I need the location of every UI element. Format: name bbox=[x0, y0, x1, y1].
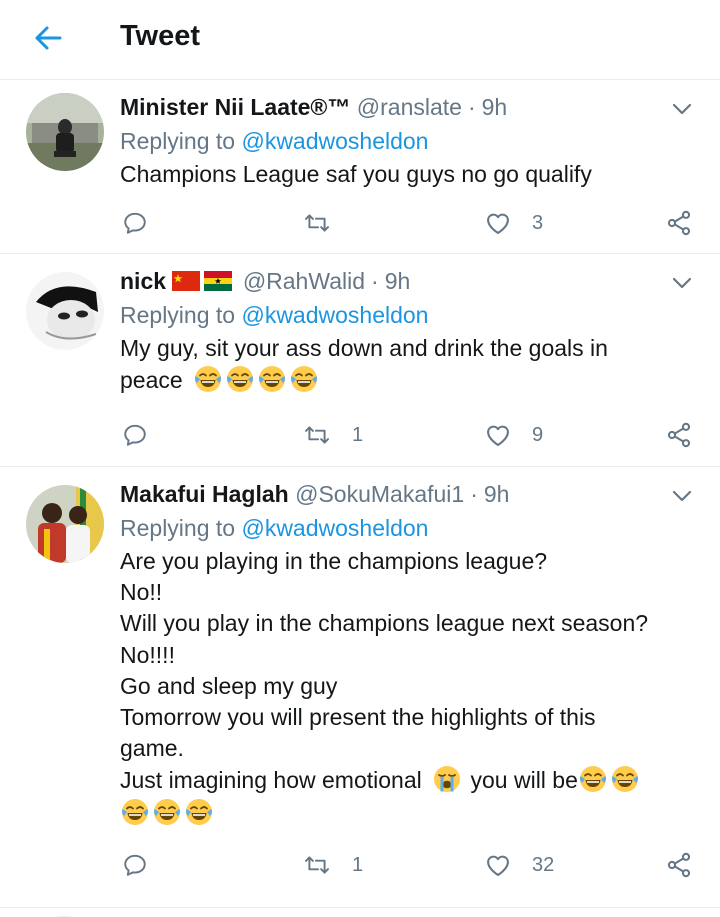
next-tweet-partial bbox=[0, 908, 720, 917]
like-count: 32 bbox=[532, 853, 555, 876]
tweet-text: My guy, sit your ass down and drink the … bbox=[120, 335, 608, 394]
page-title: Tweet bbox=[120, 20, 201, 52]
like-icon bbox=[484, 421, 512, 449]
china-flag-icon bbox=[172, 271, 201, 291]
chevron-down-icon[interactable] bbox=[670, 486, 694, 506]
replying-to: Replying to @kwadwosheldon bbox=[120, 128, 429, 154]
display-name[interactable]: Makafui Haglah bbox=[120, 481, 289, 507]
mention-link[interactable]: @kwadwosheldon bbox=[241, 515, 428, 541]
top-bar: Tweet bbox=[0, 0, 720, 80]
face-with-tears-of-joy-icon bbox=[225, 364, 255, 394]
tweet-header: Minister Nii Laate®™ @ranslate · 9h bbox=[120, 94, 508, 120]
like-button[interactable]: 32 bbox=[484, 845, 554, 885]
replying-to: Replying to @kwadwosheldon bbox=[120, 302, 429, 328]
tweet-actions: 1 9 bbox=[0, 415, 720, 455]
chevron-down-icon[interactable] bbox=[670, 99, 694, 119]
timestamp[interactable]: 9h bbox=[385, 268, 411, 294]
face-with-tears-of-joy-icon bbox=[610, 764, 640, 794]
timestamp[interactable]: 9h bbox=[482, 94, 508, 120]
retweet-icon bbox=[302, 422, 332, 448]
like-button[interactable]: 3 bbox=[484, 203, 543, 243]
mention-link[interactable]: @kwadwosheldon bbox=[241, 302, 428, 328]
face-with-tears-of-joy-icon bbox=[578, 764, 608, 794]
share-button[interactable] bbox=[665, 415, 693, 455]
like-icon bbox=[484, 209, 512, 237]
retweet-count: 1 bbox=[352, 853, 364, 876]
face-with-tears-of-joy-icon bbox=[257, 364, 287, 394]
retweet-count: 1 bbox=[352, 423, 364, 446]
face-with-tears-of-joy-icon bbox=[289, 364, 319, 394]
user-handle[interactable]: @RahWalid bbox=[243, 268, 365, 294]
share-icon bbox=[665, 421, 693, 449]
reply-icon bbox=[122, 210, 148, 236]
reply-tweet[interactable]: nick @RahWalid · 9h Replying to @kwadwoshe… bbox=[0, 255, 720, 467]
user-handle[interactable]: @SokuMakafui1 bbox=[295, 481, 464, 507]
face-with-tears-of-joy-icon bbox=[184, 797, 214, 827]
like-icon bbox=[484, 851, 512, 879]
retweet-button[interactable]: 1 bbox=[302, 845, 363, 885]
reply-tweet[interactable]: Makafui Haglah @SokuMakafui1 · 9h Replying… bbox=[0, 468, 720, 908]
chevron-down-icon[interactable] bbox=[670, 273, 694, 293]
retweet-button[interactable] bbox=[302, 203, 352, 243]
share-icon bbox=[665, 851, 693, 879]
back-arrow-icon[interactable] bbox=[30, 22, 66, 54]
tweet-actions: 3 bbox=[0, 203, 720, 243]
like-count: 9 bbox=[532, 423, 544, 446]
display-name[interactable]: Minister Nii Laate®™ bbox=[120, 94, 350, 120]
avatar[interactable] bbox=[26, 485, 104, 563]
face-with-tears-of-joy-icon bbox=[120, 797, 150, 827]
retweet-icon bbox=[302, 852, 332, 878]
tweet-text: Champions League saf you guys no go qual… bbox=[120, 161, 592, 187]
like-button[interactable]: 9 bbox=[484, 415, 543, 455]
loudly-crying-face-icon bbox=[432, 764, 462, 794]
tweet-text: Are you playing in the champions league?… bbox=[120, 546, 684, 829]
retweet-button[interactable]: 1 bbox=[302, 415, 363, 455]
share-button[interactable] bbox=[665, 203, 693, 243]
share-icon bbox=[665, 209, 693, 237]
reply-button[interactable] bbox=[122, 203, 148, 243]
replying-to: Replying to @kwadwosheldon bbox=[120, 515, 429, 541]
reply-button[interactable] bbox=[122, 845, 148, 885]
retweet-icon bbox=[302, 210, 332, 236]
share-button[interactable] bbox=[665, 845, 693, 885]
reply-button[interactable] bbox=[122, 415, 148, 455]
face-with-tears-of-joy-icon bbox=[152, 797, 182, 827]
avatar[interactable] bbox=[26, 272, 104, 350]
ghana-flag-icon bbox=[204, 271, 233, 291]
reply-tweet[interactable]: Minister Nii Laate®™ @ranslate · 9h Replyi… bbox=[0, 81, 720, 254]
timestamp[interactable]: 9h bbox=[484, 481, 510, 507]
avatar[interactable] bbox=[26, 93, 104, 171]
reply-icon bbox=[122, 422, 148, 448]
tweet-actions: 1 32 bbox=[0, 845, 720, 885]
reply-icon bbox=[122, 852, 148, 878]
face-with-tears-of-joy-icon bbox=[193, 364, 223, 394]
tweet-header: Makafui Haglah @SokuMakafui1 · 9h bbox=[120, 481, 510, 507]
mention-link[interactable]: @kwadwosheldon bbox=[241, 128, 428, 154]
display-name[interactable]: nick bbox=[120, 268, 166, 294]
like-count: 3 bbox=[532, 211, 544, 234]
tweet-header: nick @RahWalid · 9h bbox=[120, 268, 411, 294]
user-handle[interactable]: @ranslate bbox=[357, 94, 462, 120]
